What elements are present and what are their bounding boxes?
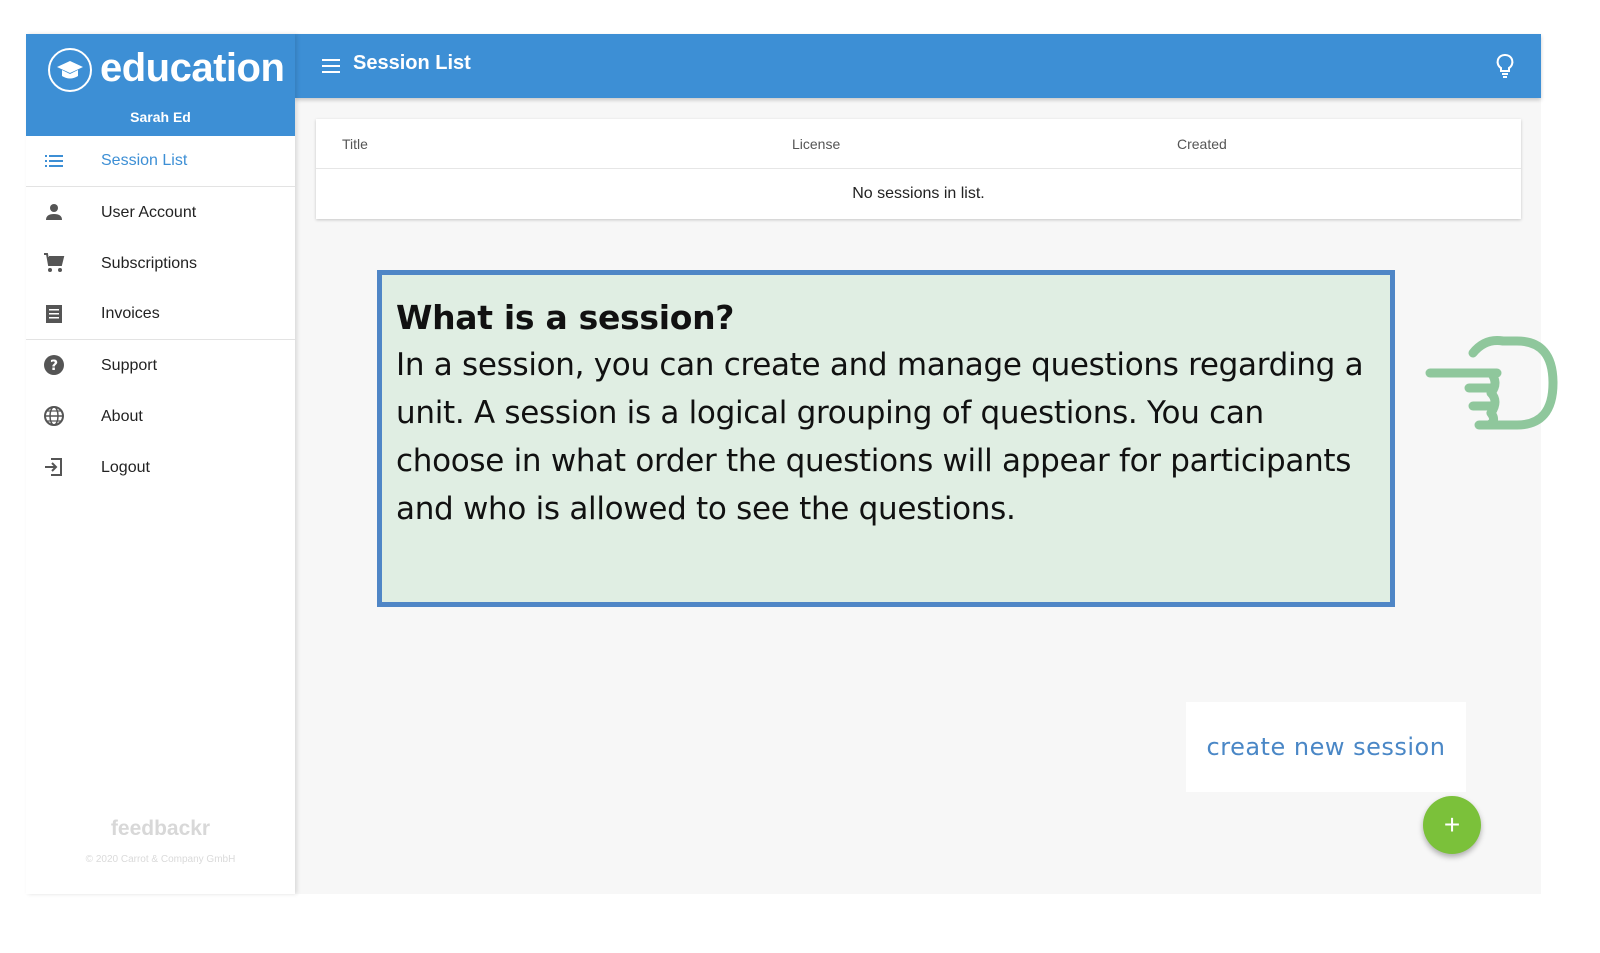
user-name: Sarah Ed <box>130 109 191 125</box>
sidebar-item-invoices[interactable]: Invoices <box>26 289 295 340</box>
create-session-tooltip: create new session <box>1186 702 1466 792</box>
app-window: education Sarah Ed Session List User Acc… <box>26 34 1541 894</box>
pointing-hand-icon <box>1425 336 1558 430</box>
add-session-button[interactable]: + <box>1423 796 1481 854</box>
hamburger-menu-icon[interactable] <box>319 54 343 78</box>
sidebar-item-subscriptions[interactable]: Subscriptions <box>26 238 295 289</box>
graduation-cap-icon <box>48 48 92 92</box>
sidebar-item-user-account[interactable]: User Account <box>26 187 295 238</box>
sidebar-nav: Session List User Account Subscriptions <box>26 136 295 493</box>
sidebar-item-support[interactable]: ? Support <box>26 340 295 391</box>
sidebar-item-label: User Account <box>101 203 197 221</box>
sidebar-item-about[interactable]: About <box>26 391 295 442</box>
sidebar-item-label: Logout <box>101 458 150 476</box>
sidebar-item-label: Invoices <box>101 305 160 322</box>
column-header-created[interactable]: Created <box>1177 136 1227 152</box>
invoice-icon <box>46 305 62 323</box>
sidebar-item-label: About <box>101 407 143 425</box>
sidebar-item-label: Support <box>101 356 158 374</box>
info-title: What is a session? <box>396 298 735 337</box>
table-header: Title License Created <box>316 119 1521 169</box>
footer-logo-text: feedbackr <box>110 817 211 840</box>
person-icon <box>46 204 62 220</box>
list-icon <box>45 155 63 167</box>
sidebar-item-label: Subscriptions <box>101 254 198 272</box>
sidebar-item-label: Session List <box>101 152 188 169</box>
info-text: In a session, you can create and manage … <box>396 347 1364 527</box>
column-header-license[interactable]: License <box>792 136 840 152</box>
empty-table-message: No sessions in list. <box>852 185 985 202</box>
svg-text:?: ? <box>50 358 58 374</box>
sidebar-item-session-list[interactable]: Session List <box>26 136 295 187</box>
lightbulb-icon[interactable] <box>1493 52 1517 80</box>
brand-name: education <box>100 46 285 90</box>
brand-header: education Sarah Ed <box>26 34 295 136</box>
session-table: Title License Created No sessions in lis… <box>316 119 1521 219</box>
top-bar: Session List <box>295 34 1541 98</box>
column-header-title[interactable]: Title <box>342 136 368 152</box>
info-callout: What is a session? In a session, you can… <box>377 270 1395 607</box>
help-icon: ? <box>44 355 64 375</box>
logout-icon <box>45 458 62 476</box>
page-title: Session List <box>353 52 471 74</box>
sidebar-item-logout[interactable]: Logout <box>26 442 295 493</box>
footer-logo: feedbackr <box>26 817 295 841</box>
cart-icon <box>44 253 65 272</box>
globe-icon <box>44 406 64 426</box>
sidebar: education Sarah Ed Session List User Acc… <box>26 34 295 894</box>
footer-copyright: © 2020 Carrot & Company GmbH <box>85 854 236 865</box>
